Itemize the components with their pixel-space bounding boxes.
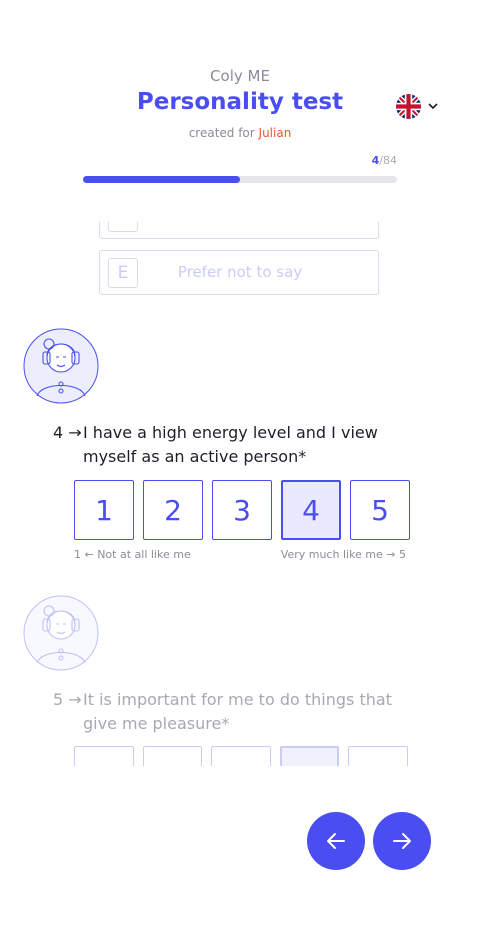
brand-name: Coly ME xyxy=(210,67,270,85)
question-number: 5 → xyxy=(53,690,82,709)
rating-5[interactable]: 5 xyxy=(350,480,410,540)
rating-4[interactable] xyxy=(279,746,340,766)
rating-4[interactable]: 4 xyxy=(281,480,341,540)
option-e[interactable]: E Prefer not to say xyxy=(99,250,379,295)
option-d-partial[interactable] xyxy=(99,222,381,240)
avatar-icon xyxy=(23,595,99,671)
arrow-left-icon xyxy=(327,833,345,849)
uk-flag-icon xyxy=(396,93,421,119)
created-for: created for Julian xyxy=(0,126,480,140)
rating-2[interactable] xyxy=(142,746,203,766)
progress-total: 84 xyxy=(383,154,397,167)
question-number: 4 → xyxy=(53,423,82,442)
next-button[interactable] xyxy=(373,812,431,870)
progress-fill xyxy=(83,176,240,183)
chevron-down-icon xyxy=(428,103,438,110)
rating-3[interactable] xyxy=(211,746,271,766)
created-for-name: Julian xyxy=(258,126,292,140)
language-selector[interactable] xyxy=(396,93,440,119)
question-text: It is important for me to do things that… xyxy=(83,690,392,733)
rating-3[interactable]: 3 xyxy=(212,480,272,540)
progress-bar xyxy=(83,176,397,183)
question-4: 4 → I have a high energy level and I vie… xyxy=(53,421,413,469)
option-key xyxy=(108,222,138,232)
scale-high-label: Very much like me → 5 xyxy=(280,548,406,561)
progress-counter: 4/84 xyxy=(330,154,397,167)
question-text: I have a high energy level and I view my… xyxy=(83,423,378,466)
rating-scale: 1 2 3 4 5 xyxy=(74,480,410,540)
rating-1[interactable] xyxy=(74,746,134,766)
rating-5[interactable] xyxy=(348,746,408,766)
question-5: 5 → It is important for me to do things … xyxy=(53,688,413,736)
created-for-prefix: created for xyxy=(188,126,259,140)
rating-scale-next xyxy=(74,746,408,766)
rating-1[interactable]: 1 xyxy=(74,480,134,540)
arrow-right-icon xyxy=(393,833,411,849)
rating-2[interactable]: 2 xyxy=(143,480,203,540)
previous-button[interactable] xyxy=(307,812,365,870)
option-label: Prefer not to say xyxy=(177,263,303,281)
avatar-icon xyxy=(23,328,99,404)
scale-low-label: 1 ← Not at all like me xyxy=(74,548,191,561)
